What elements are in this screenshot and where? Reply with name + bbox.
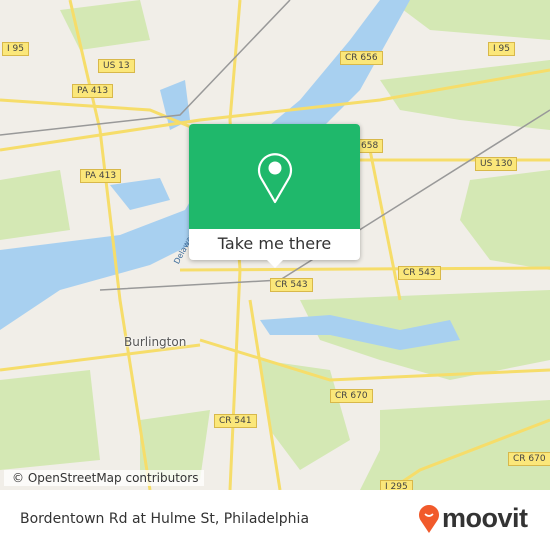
place-label: Burlington	[124, 335, 187, 349]
moovit-logo[interactable]: moovit	[418, 503, 528, 534]
road-shield: CR 656	[340, 51, 383, 65]
road-shield: 658	[356, 139, 384, 153]
road-shield: PA 413	[72, 84, 114, 98]
road-shield: I 295	[380, 480, 413, 490]
road-shield: I 95	[2, 42, 29, 56]
address-label: Bordentown Rd at Hulme St, Philadelphia	[20, 511, 310, 527]
road-shield: CR 670	[508, 452, 550, 466]
road-shield: CR 670	[330, 389, 373, 403]
moovit-pin-icon	[419, 504, 439, 533]
road-shield: CR 541	[214, 414, 257, 428]
map-pin-icon	[257, 152, 292, 203]
road-shield: US 130	[475, 157, 518, 171]
popup-header	[189, 124, 360, 229]
road-shield: CR 543	[398, 266, 441, 280]
attribution-text: © OpenStreetMap contributors	[12, 471, 199, 485]
road-shield: US 13	[98, 59, 135, 73]
road-shield: CR 543	[270, 278, 313, 292]
moovit-wordmark: moovit	[442, 503, 528, 533]
road-shield: PA 413	[80, 169, 122, 183]
road-shield: I 95	[488, 42, 515, 56]
destination-popup: Take me there	[189, 124, 360, 268]
attribution[interactable]: © OpenStreetMap contributors	[4, 470, 205, 486]
take-me-there-button[interactable]: Take me there	[189, 229, 360, 260]
